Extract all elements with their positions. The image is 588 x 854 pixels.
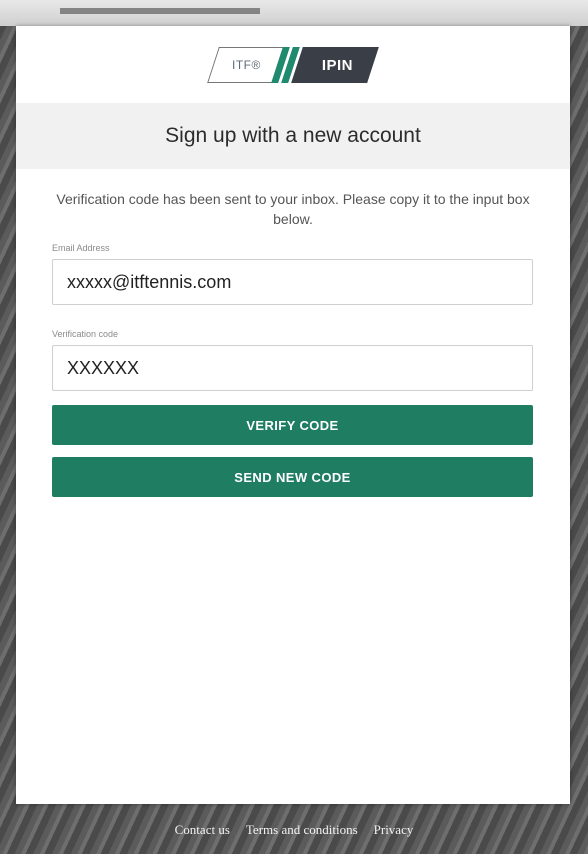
info-message: Verification code has been sent to your …: [56, 191, 530, 227]
verification-code-field[interactable]: [52, 345, 533, 391]
itf-ipin-logo: ITF® IPIN: [207, 46, 379, 84]
contact-us-link[interactable]: Contact us: [175, 822, 230, 838]
email-input[interactable]: [67, 260, 532, 304]
ipin-logo-mark: IPIN: [297, 46, 379, 83]
footer-links: Contact us Terms and conditions Privacy: [0, 822, 588, 838]
send-new-code-button[interactable]: SEND NEW CODE: [52, 457, 533, 497]
email-label: Email Address: [52, 243, 110, 253]
email-field[interactable]: [52, 259, 533, 305]
heading-band: Sign up with a new account: [16, 103, 570, 169]
verification-code-input[interactable]: [67, 346, 532, 390]
background-strip: [0, 0, 588, 26]
page-title: Sign up with a new account: [165, 124, 421, 147]
verify-code-button[interactable]: VERIFY CODE: [52, 405, 533, 445]
form-content: Verification code has been sent to your …: [16, 189, 570, 497]
logo-row: ITF® IPIN: [16, 26, 570, 103]
itf-logo-text: ITF®: [232, 57, 261, 72]
ipin-logo-text: IPIN: [322, 56, 354, 73]
verification-code-label: Verification code: [52, 329, 119, 339]
terms-link[interactable]: Terms and conditions: [246, 822, 358, 838]
signup-card: ITF® IPIN Sign up with a new account Ver…: [16, 26, 570, 804]
privacy-link[interactable]: Privacy: [374, 822, 414, 838]
